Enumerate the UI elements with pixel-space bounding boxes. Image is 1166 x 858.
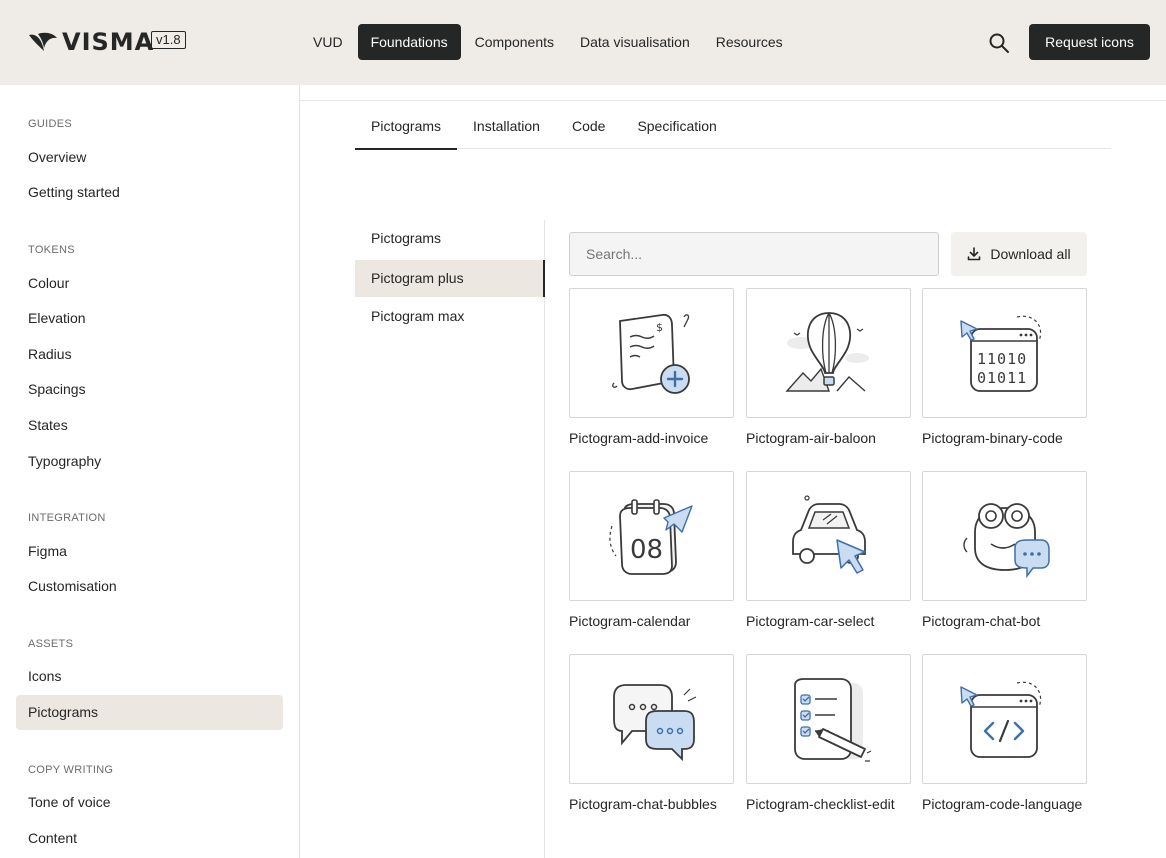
tab-specification[interactable]: Specification bbox=[621, 110, 732, 149]
pictogram-label: Pictogram-binary-code bbox=[922, 430, 1063, 446]
request-icons-button[interactable]: Request icons bbox=[1029, 24, 1150, 60]
code-language-icon bbox=[959, 681, 1041, 758]
sidebar-item-tone-of-voice[interactable]: Tone of voice bbox=[16, 785, 283, 820]
sidebar-heading-assets: ASSETS bbox=[28, 638, 74, 650]
divider bbox=[300, 100, 1166, 101]
sidebar-item-figma[interactable]: Figma bbox=[16, 534, 283, 569]
pictogram-card-add-invoice[interactable]: $ Pictogram-add-invoice bbox=[569, 288, 734, 449]
download-all-button[interactable]: Download all bbox=[951, 232, 1087, 276]
pictogram-tile: 11010 01011 bbox=[922, 288, 1087, 418]
car-select-icon bbox=[791, 495, 866, 574]
sidebar-item-spacings[interactable]: Spacings bbox=[16, 372, 283, 407]
download-icon bbox=[968, 247, 981, 261]
sidebar-heading-guides: GUIDES bbox=[28, 118, 72, 130]
version-badge: v1.8 bbox=[151, 31, 186, 49]
download-all-label: Download all bbox=[990, 246, 1071, 262]
sidebar-item-getting-started[interactable]: Getting started bbox=[16, 175, 283, 210]
nav-resources[interactable]: Resources bbox=[703, 24, 796, 60]
pictogram-tile bbox=[922, 471, 1087, 601]
pictogram-label: Pictogram-car-select bbox=[746, 613, 875, 629]
sidebar-heading-copy-writing: COPY WRITING bbox=[28, 764, 114, 776]
pictogram-card-checklist-edit[interactable]: Pictogram-checklist-edit bbox=[746, 654, 911, 815]
chat-bubbles-icon bbox=[612, 684, 696, 762]
pictogram-card-chat-bot[interactable]: Pictogram-chat-bot bbox=[922, 471, 1087, 632]
sidebar-item-colour[interactable]: Colour bbox=[16, 266, 283, 301]
top-bar: VISMA v1.8 VUD Foundations Components Da… bbox=[0, 0, 1166, 85]
pictogram-label: Pictogram-chat-bubbles bbox=[569, 796, 717, 812]
nav-components[interactable]: Components bbox=[462, 24, 567, 60]
sidebar-item-customisation[interactable]: Customisation bbox=[16, 569, 283, 604]
pictogram-label: Pictogram-code-language bbox=[922, 796, 1083, 812]
sidebar: GUIDES Overview Getting started TOKENS C… bbox=[0, 85, 300, 858]
pictogram-label: Pictogram-calendar bbox=[569, 613, 691, 629]
sidebar-item-pictograms[interactable]: Pictograms bbox=[16, 695, 283, 730]
pictogram-label: Pictogram-checklist-edit bbox=[746, 796, 895, 812]
search-icon[interactable] bbox=[988, 32, 1010, 54]
subnav-item-pictogram-max[interactable]: Pictogram max bbox=[355, 298, 545, 335]
visma-logo[interactable]: VISMA bbox=[28, 28, 154, 56]
pictogram-card-calendar[interactable]: 08 Pictogram-calendar bbox=[569, 471, 734, 632]
svg-text:$: $ bbox=[656, 321, 663, 334]
sidebar-item-icons[interactable]: Icons bbox=[16, 659, 283, 694]
sidebar-item-typography[interactable]: Typography bbox=[16, 444, 283, 479]
nav-data-visualisation[interactable]: Data visualisation bbox=[567, 24, 703, 60]
subnav-item-pictograms[interactable]: Pictograms bbox=[355, 220, 545, 257]
pictogram-tile bbox=[746, 288, 911, 418]
pictogram-subnav: Pictograms Pictogram plus Pictogram max bbox=[355, 220, 545, 858]
chat-bot-icon bbox=[962, 503, 1050, 579]
subnav-item-pictogram-plus[interactable]: Pictogram plus bbox=[355, 260, 545, 297]
tab-installation[interactable]: Installation bbox=[457, 110, 556, 149]
sidebar-item-states[interactable]: States bbox=[16, 408, 283, 443]
svg-text:08: 08 bbox=[630, 535, 663, 565]
calendar-icon: 08 bbox=[608, 499, 693, 575]
pictogram-card-binary-code[interactable]: 11010 01011 Pictogram-binary-code bbox=[922, 288, 1087, 449]
pictogram-card-chat-bubbles[interactable]: Pictogram-chat-bubbles bbox=[569, 654, 734, 815]
add-invoice-icon: $ bbox=[611, 313, 690, 394]
tab-pictograms[interactable]: Pictograms bbox=[355, 110, 458, 150]
pictogram-card-code-language[interactable]: Pictogram-code-language bbox=[922, 654, 1087, 815]
checklist-edit-icon bbox=[793, 678, 871, 762]
nav-foundations[interactable]: Foundations bbox=[357, 24, 461, 60]
tab-code[interactable]: Code bbox=[556, 110, 621, 149]
page-tabs: Pictograms Installation Code Specificati… bbox=[355, 110, 1111, 150]
pictogram-card-car-select[interactable]: Pictogram-car-select bbox=[746, 471, 911, 632]
pictogram-tile bbox=[746, 654, 911, 784]
pictogram-label: Pictogram-air-baloon bbox=[746, 430, 876, 446]
sidebar-item-content[interactable]: Content bbox=[16, 821, 283, 856]
pictogram-label: Pictogram-add-invoice bbox=[569, 430, 709, 446]
pictogram-tile: $ bbox=[569, 288, 734, 418]
brand-name: VISMA bbox=[62, 28, 155, 56]
sidebar-item-radius[interactable]: Radius bbox=[16, 337, 283, 372]
main-content: Pictograms Installation Code Specificati… bbox=[300, 85, 1166, 858]
svg-text:01011: 01011 bbox=[977, 369, 1027, 387]
air-balloon-icon bbox=[784, 312, 869, 392]
main-nav: VUD Foundations Components Data visualis… bbox=[300, 24, 796, 60]
visma-mark-icon bbox=[29, 32, 57, 51]
pictogram-tile bbox=[569, 654, 734, 784]
sidebar-heading-tokens: TOKENS bbox=[28, 244, 75, 256]
pictogram-card-air-baloon[interactable]: Pictogram-air-baloon bbox=[746, 288, 911, 449]
sidebar-item-elevation[interactable]: Elevation bbox=[16, 301, 283, 336]
svg-text:11010: 11010 bbox=[977, 350, 1027, 368]
pictogram-tile: 08 bbox=[569, 471, 734, 601]
pictogram-label: Pictogram-chat-bot bbox=[922, 613, 1041, 629]
sidebar-item-overview[interactable]: Overview bbox=[16, 140, 283, 175]
sidebar-heading-integration: INTEGRATION bbox=[28, 512, 106, 524]
binary-code-icon: 11010 01011 bbox=[959, 315, 1041, 392]
nav-vud[interactable]: VUD bbox=[300, 24, 356, 60]
pictogram-tile bbox=[746, 471, 911, 601]
search-input[interactable] bbox=[569, 232, 939, 276]
pictogram-tile bbox=[922, 654, 1087, 784]
